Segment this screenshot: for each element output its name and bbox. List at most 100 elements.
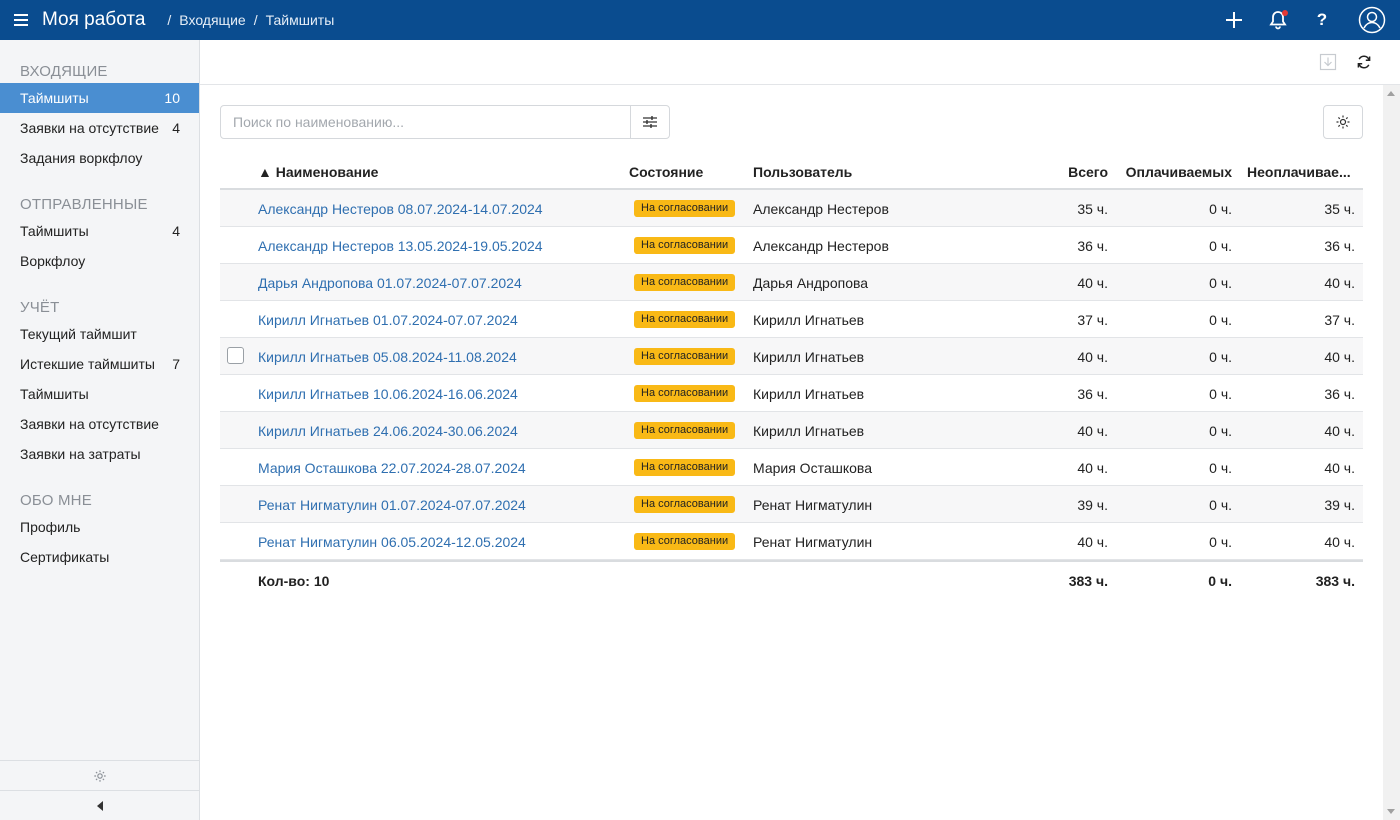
search-input[interactable] <box>221 106 630 138</box>
user-cell: Ренат Нигматулин <box>753 534 873 550</box>
sidebar-item-expense-requests[interactable]: Заявки на затраты <box>0 439 199 469</box>
timesheet-link[interactable]: Кирилл Игнатьев 24.06.2024-30.06.2024 <box>258 423 518 439</box>
sidebar-item-expired-timesheets[interactable]: Истекшие таймшиты 7 <box>0 349 199 379</box>
table-footer: Кол-во: 10 383 ч. 0 ч. 383 ч. <box>220 560 1363 598</box>
user-cell: Дарья Андропова <box>753 275 869 291</box>
table-row[interactable]: Ренат Нигматулин 06.05.2024-12.05.2024 На… <box>220 523 1363 560</box>
column-header-state[interactable]: Состояние <box>629 164 703 180</box>
breadcrumb-inbox[interactable]: Входящие <box>179 12 245 28</box>
sidebar-item-current-timesheet[interactable]: Текущий таймшит <box>0 319 199 349</box>
user-cell: Александр Нестеров <box>753 201 889 217</box>
column-header-total[interactable]: Всего <box>1000 164 1108 180</box>
timesheet-link[interactable]: Ренат Нигматулин 06.05.2024-12.05.2024 <box>258 534 526 550</box>
billable-cell: 0 ч. <box>1209 423 1232 439</box>
user-cell: Кирилл Игнатьев <box>753 312 865 328</box>
nonbillable-cell: 40 ч. <box>1324 423 1355 439</box>
user-cell: Александр Нестеров <box>753 238 889 254</box>
table-row[interactable]: Кирилл Игнатьев 01.07.2024-07.07.2024 На … <box>220 301 1363 338</box>
timesheet-link[interactable]: Александр Нестеров 13.05.2024-19.05.2024 <box>258 238 543 254</box>
nonbillable-cell: 40 ч. <box>1324 275 1355 291</box>
sidebar-item-workflow[interactable]: Воркфлоу <box>0 246 199 276</box>
bell-icon[interactable] <box>1256 0 1300 40</box>
app-title: Моя работа <box>42 9 146 30</box>
timesheet-link[interactable]: Кирилл Игнатьев 05.08.2024-11.08.2024 <box>258 349 517 365</box>
menu-icon[interactable] <box>14 10 34 30</box>
table-row[interactable]: Дарья Андропова 01.07.2024-07.07.2024 На … <box>220 264 1363 301</box>
status-badge: На согласовании <box>634 311 736 328</box>
table-settings-button[interactable] <box>1323 105 1363 139</box>
total-cell: 36 ч. <box>1077 238 1108 254</box>
count-badge: 4 <box>172 120 180 136</box>
table-row[interactable]: Ренат Нигматулин 01.07.2024-07.07.2024 На… <box>220 486 1363 523</box>
status-badge: На согласовании <box>634 200 736 217</box>
breadcrumb-timesheets[interactable]: Таймшиты <box>266 12 335 28</box>
sidebar-item-sent-timesheets[interactable]: Таймшиты 4 <box>0 216 199 246</box>
nonbillable-cell: 39 ч. <box>1324 497 1355 513</box>
status-badge: На согласовании <box>634 274 736 291</box>
table-header: ▲ Наименование Состояние Пользователь Вс… <box>220 153 1363 190</box>
timesheet-link[interactable]: Александр Нестеров 08.07.2024-14.07.2024 <box>258 201 543 217</box>
timesheet-link[interactable]: Дарья Андропова 01.07.2024-07.07.2024 <box>258 275 522 291</box>
nonbillable-cell: 35 ч. <box>1324 201 1355 217</box>
row-checkbox[interactable] <box>227 347 244 364</box>
vertical-scrollbar[interactable] <box>1383 85 1400 820</box>
timesheet-link[interactable]: Мария Осташкова 22.07.2024-28.07.2024 <box>258 460 526 476</box>
filter-button[interactable] <box>630 106 669 138</box>
nonbillable-cell: 40 ч. <box>1324 349 1355 365</box>
user-cell: Ренат Нигматулин <box>753 497 873 513</box>
user-icon[interactable] <box>1344 0 1400 40</box>
collapse-sidebar-button[interactable] <box>0 790 199 820</box>
search-box <box>220 105 670 139</box>
table-body: Александр Нестеров 08.07.2024-14.07.2024… <box>220 190 1363 560</box>
sidebar-item-absence-requests[interactable]: Заявки на отсутствие <box>0 409 199 439</box>
nonbillable-cell: 37 ч. <box>1324 312 1355 328</box>
sidebar-settings-button[interactable] <box>0 760 199 790</box>
timesheets-table: ▲ Наименование Состояние Пользователь Вс… <box>220 153 1363 598</box>
refresh-icon[interactable] <box>1351 50 1377 74</box>
timesheet-link[interactable]: Кирилл Игнатьев 01.07.2024-07.07.2024 <box>258 312 518 328</box>
status-badge: На согласовании <box>634 459 736 476</box>
total-cell: 40 ч. <box>1077 349 1108 365</box>
table-row[interactable]: Александр Нестеров 08.07.2024-14.07.2024… <box>220 190 1363 227</box>
billable-cell: 0 ч. <box>1209 201 1232 217</box>
sidebar-item-inbox-timesheets[interactable]: Таймшиты 10 <box>0 83 199 113</box>
billable-cell: 0 ч. <box>1209 460 1232 476</box>
sidebar-item-profile[interactable]: Профиль <box>0 512 199 542</box>
timesheet-link[interactable]: Кирилл Игнатьев 10.06.2024-16.06.2024 <box>258 386 518 402</box>
export-icon[interactable] <box>1315 50 1341 74</box>
user-cell: Кирилл Игнатьев <box>753 349 865 365</box>
sidebar-item-inbox-absence[interactable]: Заявки на отсутствие 4 <box>0 113 199 143</box>
timesheet-link[interactable]: Ренат Нигматулин 01.07.2024-07.07.2024 <box>258 497 526 513</box>
scroll-up-icon[interactable] <box>1387 91 1395 96</box>
billable-cell: 0 ч. <box>1209 349 1232 365</box>
column-header-name[interactable]: ▲ Наименование <box>258 164 378 180</box>
sidebar-section-inbox: ВХОДЯЩИЕ <box>20 63 108 80</box>
table-row[interactable]: Мария Осташкова 22.07.2024-28.07.2024 На … <box>220 449 1363 486</box>
collapse-left-icon <box>96 800 103 811</box>
status-badge: На согласовании <box>634 385 736 402</box>
total-cell: 36 ч. <box>1077 386 1108 402</box>
main-toolbar <box>200 40 1400 85</box>
nonbillable-cell: 36 ч. <box>1324 238 1355 254</box>
table-row[interactable]: Кирилл Игнатьев 05.08.2024-11.08.2024 На … <box>220 338 1363 375</box>
nonbillable-cell: 36 ч. <box>1324 386 1355 402</box>
gear-icon <box>1336 115 1350 129</box>
nonbillable-cell: 40 ч. <box>1324 460 1355 476</box>
help-icon[interactable]: ? <box>1300 0 1344 40</box>
plus-icon[interactable] <box>1212 0 1256 40</box>
table-row[interactable]: Кирилл Игнатьев 10.06.2024-16.06.2024 На … <box>220 375 1363 412</box>
sidebar-section-sent: ОТПРАВЛЕННЫЕ <box>20 196 148 213</box>
sidebar-item-timesheets[interactable]: Таймшиты <box>0 379 199 409</box>
sidebar-section-about-me: ОБО МНЕ <box>20 492 92 509</box>
column-header-user[interactable]: Пользователь <box>753 164 852 180</box>
footer-billable: 0 ч. <box>1208 573 1232 589</box>
sidebar-item-certificates[interactable]: Сертификаты <box>0 542 199 572</box>
table-row[interactable]: Александр Нестеров 13.05.2024-19.05.2024… <box>220 227 1363 264</box>
column-header-billable[interactable]: Оплачиваемых <box>1110 164 1232 180</box>
column-header-nonbillable[interactable]: Неоплачивае... <box>1247 164 1351 180</box>
sidebar-item-workflow-tasks[interactable]: Задания воркфлоу <box>0 143 199 173</box>
scroll-down-icon[interactable] <box>1387 809 1395 814</box>
count-badge: 7 <box>172 356 180 372</box>
table-row[interactable]: Кирилл Игнатьев 24.06.2024-30.06.2024 На … <box>220 412 1363 449</box>
status-badge: На согласовании <box>634 348 736 365</box>
